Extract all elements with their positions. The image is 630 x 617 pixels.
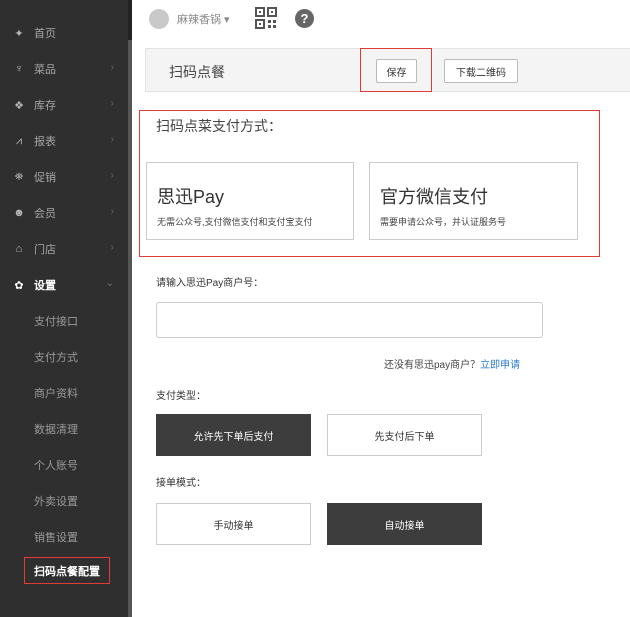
sidebar-subitem-payment-methods[interactable]: 支付方式 (0, 339, 128, 375)
sidebar-subitem-personal-account[interactable]: 个人账号 (0, 447, 128, 483)
top-bar: 麻辣香锅 ▾ ? (132, 0, 630, 38)
home-icon: ✦ (14, 27, 24, 40)
sidebar-subitem-data-cleanup[interactable]: 数据清理 (0, 411, 128, 447)
no-account-text: 还没有思迅pay商户？ (384, 360, 481, 371)
apply-row: 还没有思迅pay商户？立即申请 (384, 356, 520, 371)
gift-icon: ⛯ (14, 170, 24, 183)
sidebar-subitem-merchant-info[interactable]: 商户资料 (0, 375, 128, 411)
sidebar-subitem-takeout-settings[interactable]: 外卖设置 (0, 483, 128, 519)
pay-type-pay-first-button[interactable]: 先支付后下单 (327, 414, 482, 456)
chevron-right-icon: › (110, 170, 114, 181)
sidebar-item-promotions[interactable]: ⛯ 促销 › (0, 159, 128, 195)
sidebar-item-label: 会员 (34, 208, 56, 220)
download-qr-button[interactable]: 下载二维码 (444, 59, 518, 83)
chevron-right-icon: › (110, 98, 114, 109)
page-title: 扫码点餐 (169, 64, 225, 80)
sidebar: ✦ 首页 ♆ 菜品 › ❖ 库存 › ⩘ 报表 › ⛯ 促销 › ☻ 会员 › … (0, 0, 128, 617)
sidebar-scrollbar[interactable] (128, 0, 132, 617)
sidebar-item-label: 库存 (34, 100, 56, 112)
sidebar-item-label: 菜品 (34, 64, 56, 76)
chevron-down-icon: ⌄ (105, 278, 114, 289)
sidebar-item-label: 设置 (34, 280, 56, 292)
sidebar-item-label: 促销 (34, 172, 56, 184)
users-icon: ☻ (13, 207, 25, 219)
order-mode-label: 接单模式： (156, 478, 206, 489)
order-mode-auto-button[interactable]: 自动接单 (327, 503, 482, 545)
cubes-icon: ❖ (14, 99, 24, 112)
sidebar-item-members[interactable]: ☻ 会员 › (0, 195, 128, 231)
sidebar-item-stores[interactable]: ⌂ 门店 › (0, 231, 128, 267)
sidebar-item-label: 门店 (34, 244, 56, 256)
sidebar-item-reports[interactable]: ⩘ 报表 › (0, 123, 128, 159)
merchant-id-label: 请输入思迅Pay商户号： (156, 278, 264, 289)
sidebar-item-home[interactable]: ✦ 首页 (0, 15, 128, 51)
pay-option-title: 思迅Pay (157, 187, 225, 207)
chevron-right-icon: › (110, 134, 114, 145)
order-mode-manual-button[interactable]: 手动接单 (156, 503, 311, 545)
pay-type-order-first-button[interactable]: 允许先下单后支付 (156, 414, 311, 456)
shop-name-dropdown[interactable]: 麻辣香锅 ▾ (177, 11, 230, 27)
chevron-right-icon: › (110, 206, 114, 217)
pay-option-wechat-official[interactable]: 官方微信支付 需要申请公众号，并认证服务号 (369, 162, 578, 240)
pay-type-label: 支付类型： (156, 391, 206, 402)
pay-option-desc: 无需公众号,支付微信支付和支付宝支付 (157, 217, 313, 227)
current-item-highlight (24, 557, 110, 584)
payment-method-heading: 扫码点菜支付方式： (156, 118, 282, 134)
chevron-right-icon: › (110, 242, 114, 253)
apply-now-link[interactable]: 立即申请 (480, 360, 520, 371)
avatar[interactable] (149, 9, 169, 29)
pay-option-sixun-pay[interactable]: 思迅Pay 无需公众号,支付微信支付和支付宝支付 (146, 162, 354, 240)
help-icon[interactable]: ? (295, 9, 314, 28)
page-toolbar: 扫码点餐 保存 下载二维码 (145, 48, 630, 92)
bank-icon: ⌂ (15, 243, 23, 255)
merchant-id-input[interactable] (156, 302, 543, 338)
sidebar-subitem-sales-settings[interactable]: 销售设置 (0, 519, 128, 555)
sidebar-item-label: 报表 (34, 136, 56, 148)
sidebar-item-settings[interactable]: ✿ 设置 ⌄ (0, 267, 128, 303)
chevron-right-icon: › (110, 62, 114, 73)
sidebar-item-inventory[interactable]: ❖ 库存 › (0, 87, 128, 123)
scrollbar-thumb[interactable] (128, 40, 132, 617)
gear-icon: ✿ (14, 279, 24, 292)
sidebar-item-dishes[interactable]: ♆ 菜品 › (0, 51, 128, 87)
save-button[interactable]: 保存 (376, 59, 417, 83)
pay-option-desc: 需要申请公众号，并认证服务号 (380, 217, 507, 227)
utensils-icon: ♆ (14, 63, 24, 75)
pay-option-title: 官方微信支付 (380, 187, 488, 207)
sidebar-subitem-payment-interface[interactable]: 支付接口 (0, 303, 128, 339)
sidebar-item-label: 首页 (34, 28, 56, 40)
qr-code-icon[interactable] (255, 7, 277, 29)
chart-line-icon: ⩘ (15, 134, 23, 147)
